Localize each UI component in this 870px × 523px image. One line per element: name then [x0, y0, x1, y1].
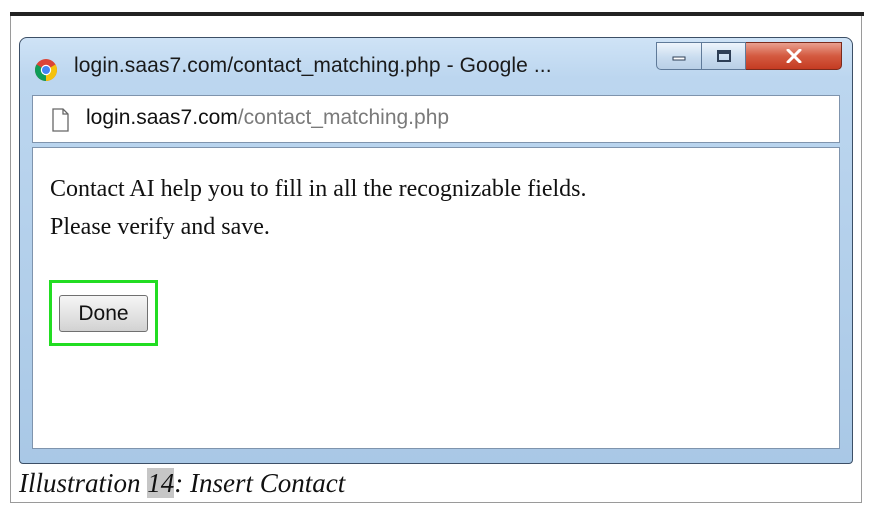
message-line-2: Please verify and save.: [50, 214, 270, 240]
chrome-icon: [35, 59, 57, 81]
page-icon: [52, 108, 69, 132]
window-title: login.saas7.com/contact_matching.php - G…: [74, 54, 552, 77]
figure-caption: Illustration 14: Insert Contact: [19, 468, 345, 499]
close-button[interactable]: [746, 42, 842, 70]
caption-number: 14: [147, 468, 175, 498]
url-text: login.saas7.com/contact_matching.php: [86, 106, 449, 130]
title-bar[interactable]: login.saas7.com/contact_matching.php - G…: [20, 38, 852, 94]
url-host: login.saas7.com: [86, 106, 238, 129]
maximize-icon: [716, 50, 731, 62]
caption-suffix: : Insert Contact: [174, 468, 346, 498]
minimize-icon: [672, 56, 686, 61]
page-content: Contact AI help you to fill in all the r…: [32, 147, 840, 449]
message-line-1: Contact AI help you to fill in all the r…: [50, 176, 587, 202]
done-button[interactable]: Done: [59, 295, 148, 332]
window-controls: [656, 42, 842, 72]
caption-prefix: Illustration: [19, 468, 148, 498]
maximize-button[interactable]: [702, 42, 746, 70]
message: Contact AI help you to fill in all the r…: [50, 170, 587, 246]
done-highlight-box: Done: [49, 280, 158, 346]
close-icon: [786, 49, 801, 63]
popup-window: login.saas7.com/contact_matching.php - G…: [19, 37, 853, 464]
address-bar[interactable]: login.saas7.com/contact_matching.php: [32, 95, 840, 143]
minimize-button[interactable]: [656, 42, 702, 70]
url-path: /contact_matching.php: [237, 106, 450, 129]
